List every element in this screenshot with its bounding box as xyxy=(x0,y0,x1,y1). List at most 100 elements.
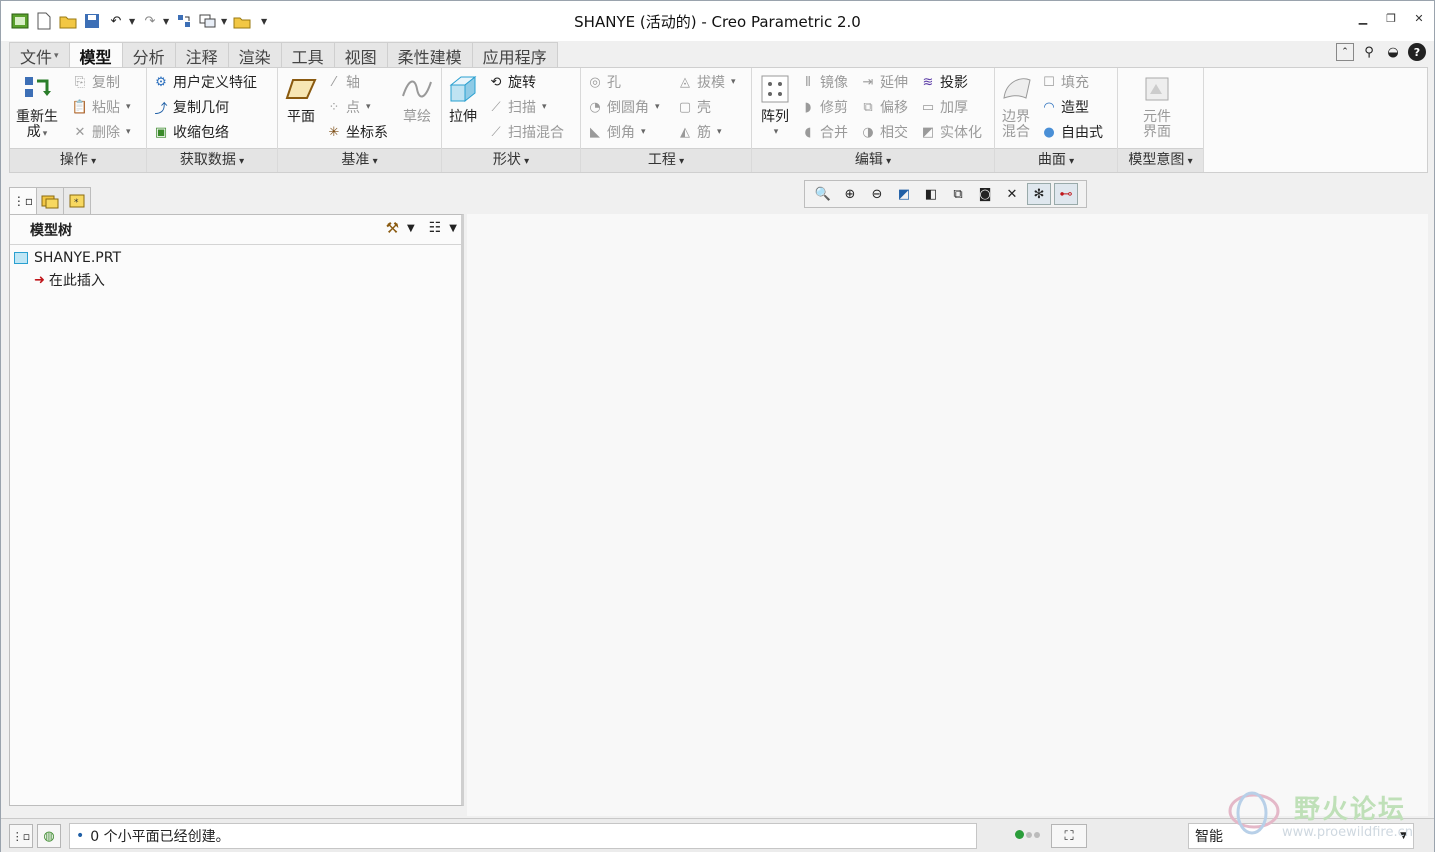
draft-button[interactable]: ◬ 拔模 ▾ xyxy=(677,70,736,94)
tab-annotate[interactable]: 注释 xyxy=(174,42,229,68)
swept-blend-button[interactable]: ⟋ 扫描混合 xyxy=(488,120,564,144)
tab-view[interactable]: 视图 xyxy=(333,42,388,68)
view-toolbar: 🔍 ⊕ ⊖ ◩ ◧ ⧉ ◙ ✕ ✻ ⊷ xyxy=(804,180,1087,208)
group-label-surfaces[interactable]: 曲面 xyxy=(995,148,1117,172)
help-icon[interactable]: ? xyxy=(1408,43,1426,61)
display-style-icon[interactable]: ◧ xyxy=(919,183,943,205)
project-button[interactable]: ≋ 投影 xyxy=(920,70,968,94)
favorites-tab[interactable]: * xyxy=(63,187,91,215)
csys-button[interactable]: ✳ 坐标系 xyxy=(326,120,388,144)
thicken-button[interactable]: ▭ 加厚 xyxy=(920,95,968,119)
trim-button[interactable]: ◗ 修剪 xyxy=(800,95,848,119)
tree-row-insert-here[interactable]: ➜ 在此插入 xyxy=(10,269,461,291)
axis-button[interactable]: ⁄ 轴 xyxy=(326,70,360,94)
intersect-button[interactable]: ◑ 相交 xyxy=(860,120,908,144)
tab-model[interactable]: 模型 xyxy=(68,42,123,69)
close-icon[interactable]: ✕ xyxy=(1412,11,1426,25)
tab-tools[interactable]: 工具 xyxy=(280,42,335,68)
style-button[interactable]: ◠ 造型 xyxy=(1041,95,1089,119)
extrude-button[interactable]: 拉伸 xyxy=(446,72,480,125)
round-button[interactable]: ◔ 倒圆角 ▾ xyxy=(587,95,659,119)
show-browser-button[interactable]: ◍ xyxy=(37,824,61,848)
zoom-in-icon[interactable]: ⊕ xyxy=(838,183,862,205)
folder-browser-tab[interactable] xyxy=(36,187,64,215)
fill-button[interactable]: ☐ 填充 xyxy=(1041,70,1089,94)
watermark-logo: 野火论坛 www.proewildfire.cn xyxy=(1226,783,1426,843)
rib-button[interactable]: ◭ 筋 ▾ xyxy=(677,120,722,144)
group-label-model-intent[interactable]: 模型意图 xyxy=(1118,148,1203,172)
ribbon: 重新生 成▾ ⎘复制 📋粘贴▾ ✕删除▾ 操作 ⚙用户定义特征 ⤴复制几何 ▣收… xyxy=(9,67,1428,173)
tab-flexible-modeling[interactable]: 柔性建模 xyxy=(386,42,473,68)
datum-display-filters-icon[interactable]: ✕ xyxy=(1000,183,1024,205)
tab-applications[interactable]: 应用程序 xyxy=(471,42,558,68)
model-tree-tab[interactable]: ⋮▫ xyxy=(9,187,37,215)
show-navigator-button[interactable]: ⋮▫ xyxy=(9,824,33,848)
search-icon[interactable]: ⚲ xyxy=(1360,43,1378,61)
shrinkwrap-button[interactable]: ▣ 收缩包络 xyxy=(153,120,229,144)
regenerate-button[interactable]: 重新生 成 ▾ xyxy=(16,72,58,142)
graphics-area[interactable] xyxy=(467,214,1428,816)
axis-icon: ⁄ xyxy=(332,74,336,90)
tree-columns-icon[interactable]: ☷ xyxy=(429,220,442,236)
delete-dropdown-icon: ▾ xyxy=(126,127,131,137)
csys-icon: ✳ xyxy=(328,124,340,140)
sweep-dropdown-icon: ▾ xyxy=(542,102,547,112)
zoom-out-icon[interactable]: ⊖ xyxy=(865,183,889,205)
group-label-datum[interactable]: 基准 xyxy=(278,148,441,172)
tree-columns-dropdown-icon[interactable]: ▼ xyxy=(449,223,457,234)
solidify-button[interactable]: ◩ 实体化 xyxy=(920,120,982,144)
extend-button[interactable]: ⇥ 延伸 xyxy=(860,70,908,94)
tab-render[interactable]: 渲染 xyxy=(227,42,282,68)
group-label-operations[interactable]: 操作 xyxy=(10,148,146,172)
window-controls: ▁ ❐ ✕ xyxy=(1356,11,1426,25)
tab-analysis[interactable]: 分析 xyxy=(121,42,176,68)
creo-window: ↶ ▼ ↷ ▼ ▼ ▼ SHANYE (活动的) - Creo Parametr… xyxy=(0,0,1435,852)
annotation-display-icon[interactable]: ⊷ xyxy=(1054,183,1078,205)
spin-center-icon[interactable]: ✻ xyxy=(1027,183,1051,205)
group-label-shapes[interactable]: 形状 xyxy=(442,148,580,172)
intersect-icon: ◑ xyxy=(862,124,874,140)
tab-file[interactable]: 文件 ▾ xyxy=(9,42,70,68)
view-manager-icon[interactable]: ◙ xyxy=(973,183,997,205)
shell-button[interactable]: ▢ 壳 xyxy=(677,95,711,119)
freestyle-button[interactable]: ● 自由式 xyxy=(1041,120,1103,144)
copy-button[interactable]: ⎘ 复制 xyxy=(72,70,120,94)
copy-geometry-button[interactable]: ⤴ 复制几何 xyxy=(153,95,229,119)
community-icon[interactable]: ◒ xyxy=(1384,43,1402,61)
component-interface-button[interactable]: 元件 界面 xyxy=(1140,72,1174,140)
regen-status-icon xyxy=(1015,830,1040,839)
component-interface-icon xyxy=(1140,72,1174,106)
refit-icon[interactable]: 🔍 xyxy=(811,183,835,205)
saved-orientations-icon[interactable]: ⧉ xyxy=(946,183,970,205)
sweep-button[interactable]: ⟋ 扫描 ▾ xyxy=(488,95,547,119)
repaint-icon[interactable]: ◩ xyxy=(892,183,916,205)
group-label-get-data[interactable]: 获取数据 xyxy=(147,148,277,172)
point-icon: ⁘ xyxy=(328,99,340,115)
hole-button[interactable]: ◎ 孔 xyxy=(587,70,621,94)
revolve-button[interactable]: ⟲ 旋转 xyxy=(488,70,536,94)
tree-row-part[interactable]: SHANYE.PRT xyxy=(10,247,461,269)
merge-button[interactable]: ◖ 合并 xyxy=(800,120,848,144)
pattern-button[interactable]: 阵列 ▾ xyxy=(758,72,792,140)
sketch-button[interactable]: 草绘 xyxy=(400,72,434,125)
offset-button[interactable]: ⧉ 偏移 xyxy=(860,95,908,119)
group-label-engineering[interactable]: 工程 xyxy=(581,148,751,172)
delete-button[interactable]: ✕ 删除 ▾ xyxy=(72,120,131,144)
minimize-icon[interactable]: ▁ xyxy=(1356,11,1370,25)
model-tree-panel: 模型树 ⚒ ▼ ☷ ▼ SHANYE.PRT ➜ 在此插入 xyxy=(9,214,464,806)
tree-settings-dropdown-icon[interactable]: ▼ xyxy=(407,223,415,234)
point-button[interactable]: ⁘ 点 ▾ xyxy=(326,95,371,119)
minimize-ribbon-icon[interactable]: ⌃ xyxy=(1336,43,1354,61)
paste-button[interactable]: 📋 粘贴 ▾ xyxy=(72,95,131,119)
plane-button[interactable]: 平面 xyxy=(284,72,318,125)
shell-icon: ▢ xyxy=(678,99,692,115)
boundary-blend-button[interactable]: 边界 混合 xyxy=(999,72,1033,140)
find-button[interactable]: ⛶ xyxy=(1051,824,1087,848)
udf-button[interactable]: ⚙ 用户定义特征 xyxy=(153,70,257,94)
mirror-button[interactable]: ⫴ 镜像 xyxy=(800,70,848,94)
maximize-icon[interactable]: ❐ xyxy=(1384,11,1398,25)
part-icon xyxy=(14,252,28,264)
chamfer-button[interactable]: ◣ 倒角 ▾ xyxy=(587,120,646,144)
tree-settings-icon[interactable]: ⚒ xyxy=(386,219,399,237)
group-label-editing[interactable]: 编辑 xyxy=(752,148,994,172)
